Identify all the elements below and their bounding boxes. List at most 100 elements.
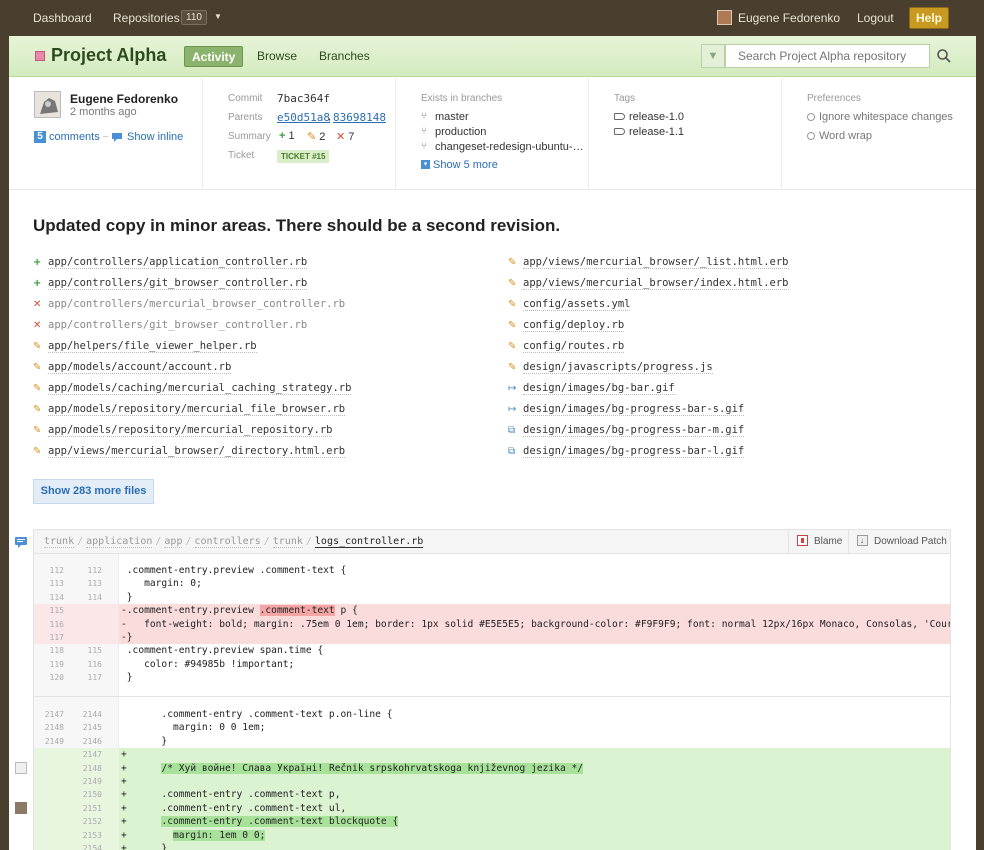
new-line-number[interactable]: 2147	[72, 748, 102, 761]
filter-icon[interactable]: ▼	[701, 44, 725, 68]
file-path: app/controllers/git_browser_controller.r…	[48, 277, 308, 290]
old-line-number[interactable]: 115	[34, 604, 64, 617]
new-line-number[interactable]: 114	[72, 591, 102, 604]
changed-file[interactable]: ✎ config/deploy.rb	[508, 319, 625, 332]
file-path: config/routes.rb	[523, 340, 625, 353]
help-button[interactable]: Help	[909, 7, 949, 29]
changed-file[interactable]: ✎ design/javascripts/progress.js	[508, 361, 713, 374]
comment-avatar-icon[interactable]	[15, 762, 27, 774]
changed-file[interactable]: ↦ design/images/bg-bar.gif	[508, 382, 675, 395]
branch-item[interactable]: changeset-redesign-ubuntu-…	[435, 141, 584, 153]
new-line-number[interactable]: 112	[72, 564, 102, 577]
author-avatar[interactable]	[34, 91, 61, 118]
comment-bubble-icon[interactable]	[15, 536, 27, 548]
changed-file[interactable]: ✎ app/models/caching/mercurial_caching_st…	[33, 382, 352, 395]
changed-file[interactable]: ✎ app/models/repository/mercurial_reposit…	[33, 424, 333, 437]
new-line-number[interactable]: 2146	[72, 735, 102, 748]
changed-file[interactable]: ⧉ design/images/bg-progress-bar-l.gif	[508, 445, 745, 458]
nav-user[interactable]: Eugene Fedorenko	[738, 11, 840, 25]
modified-icon: ✎	[508, 278, 517, 289]
breadcrumb-filename[interactable]: logs_controller.rb	[314, 536, 424, 548]
old-line-number[interactable]: 119	[34, 658, 64, 671]
new-line-number[interactable]: 113	[72, 577, 102, 590]
search-input[interactable]	[725, 44, 930, 68]
show-inline-link[interactable]: Show inline	[127, 131, 183, 143]
breadcrumb-segment[interactable]: trunk	[44, 536, 75, 548]
changed-file[interactable]: ⧉ design/images/bg-progress-bar-m.gif	[508, 424, 745, 437]
new-line-number[interactable]: 2148	[72, 762, 102, 775]
diff-code: - font-weight: bold; margin: .75em 0 1em…	[119, 617, 951, 631]
project-title[interactable]: Project Alpha	[51, 45, 166, 66]
changed-file[interactable]: ✎ app/views/mercurial_browser/index.html.…	[508, 277, 789, 290]
repositories-dropdown-icon[interactable]: ▼	[214, 12, 222, 21]
old-line-number[interactable]: 112	[34, 564, 64, 577]
new-line-number[interactable]: 2150	[72, 788, 102, 801]
changed-file[interactable]: ✎ config/assets.yml	[508, 298, 631, 311]
branch-item[interactable]: production	[435, 126, 486, 138]
old-line-number[interactable]: 2148	[34, 721, 64, 734]
user-avatar[interactable]	[717, 10, 732, 25]
nav-logout[interactable]: Logout	[857, 11, 894, 25]
show-more-files-button[interactable]: Show 283 more files	[33, 479, 154, 504]
old-line-number[interactable]: 113	[34, 577, 64, 590]
blame-button[interactable]: Blame	[788, 530, 848, 553]
show-more-branches-link[interactable]: Show 5 more	[433, 159, 498, 171]
ignore-whitespace-icon[interactable]	[807, 113, 815, 121]
tab-activity[interactable]: Activity	[184, 46, 244, 67]
diff-code: .comment-entry.preview span.time {	[121, 645, 324, 657]
changed-file[interactable]: ✎ app/models/repository/mercurial_file_br…	[33, 403, 346, 416]
new-line-number[interactable]: 2149	[72, 775, 102, 788]
ticket-badge[interactable]: TICKET #15	[277, 150, 330, 163]
old-line-number[interactable]: 120	[34, 671, 64, 684]
tag-item[interactable]: release-1.0	[629, 111, 684, 123]
breadcrumb-segment[interactable]: trunk	[272, 536, 303, 548]
new-line-number[interactable]: 117	[72, 671, 102, 684]
changed-file[interactable]: ↦ design/images/bg-progress-bar-s.gif	[508, 403, 745, 416]
tab-branches[interactable]: Branches	[319, 46, 370, 67]
breadcrumb-segment[interactable]: app	[164, 536, 183, 548]
old-line-number[interactable]: 2147	[34, 708, 64, 721]
nav-dashboard[interactable]: Dashboard	[33, 11, 92, 25]
comments-link[interactable]: comments	[49, 131, 100, 143]
changed-file[interactable]: + app/controllers/application_controller.…	[33, 256, 308, 269]
changed-file[interactable]: ✎ config/routes.rb	[508, 340, 625, 353]
changed-file[interactable]: ✕ app/controllers/mercurial_browser_contr…	[33, 298, 345, 310]
old-line-number[interactable]: 116	[34, 618, 64, 631]
changed-file[interactable]: ✎ app/models/account/account.rb	[33, 361, 232, 374]
parent-link-2[interactable]: 83698148	[333, 111, 386, 124]
changed-file[interactable]: ✎ app/helpers/file_viewer_helper.rb	[33, 340, 257, 353]
new-line-number[interactable]: 2145	[72, 721, 102, 734]
new-line-number[interactable]: 2153	[72, 829, 102, 842]
nav-repositories[interactable]: Repositories	[113, 11, 180, 25]
word-wrap-icon[interactable]	[807, 132, 815, 140]
changed-file[interactable]: ✎ app/views/mercurial_browser/_list.html.…	[508, 256, 789, 269]
new-line-number[interactable]: 116	[72, 658, 102, 671]
author-name[interactable]: Eugene Fedorenko	[70, 92, 178, 106]
changed-file[interactable]: + app/controllers/git_browser_controller.…	[33, 277, 308, 290]
old-line-number[interactable]: 118	[34, 644, 64, 657]
old-line-number[interactable]: 2149	[34, 735, 64, 748]
old-line-number[interactable]: 117	[34, 631, 64, 644]
tag-item[interactable]: release-1.1	[629, 126, 684, 138]
branch-item[interactable]: master	[435, 111, 469, 123]
breadcrumb-segment[interactable]: application	[86, 536, 153, 548]
new-line-number[interactable]: 2154	[72, 842, 102, 850]
breadcrumb-segment[interactable]: controllers	[194, 536, 261, 548]
download-patch-button[interactable]: ↓ Download Patch	[848, 530, 952, 553]
new-line-number[interactable]: 2152	[72, 815, 102, 828]
changed-file[interactable]: ✕ app/controllers/git_browser_controller.…	[33, 319, 307, 331]
changed-file[interactable]: ✎ app/views/mercurial_browser/_directory.…	[33, 445, 346, 458]
comment-avatar-icon[interactable]	[15, 802, 27, 814]
file-path: design/images/bg-bar.gif	[523, 382, 675, 395]
new-line-number[interactable]: 2144	[72, 708, 102, 721]
old-line-number[interactable]: 114	[34, 591, 64, 604]
tab-browse[interactable]: Browse	[257, 46, 297, 67]
new-line-number[interactable]: 115	[72, 644, 102, 657]
parent-link-1[interactable]: e50d51a8	[277, 111, 330, 124]
ignore-whitespace-toggle[interactable]: Ignore whitespace changes	[819, 111, 953, 123]
file-path: app/models/repository/mercurial_reposito…	[48, 424, 333, 437]
new-line-number[interactable]: 2151	[72, 802, 102, 815]
word-wrap-toggle[interactable]: Word wrap	[819, 130, 872, 142]
search-icon[interactable]	[936, 48, 952, 64]
diff-code: +	[119, 775, 950, 789]
